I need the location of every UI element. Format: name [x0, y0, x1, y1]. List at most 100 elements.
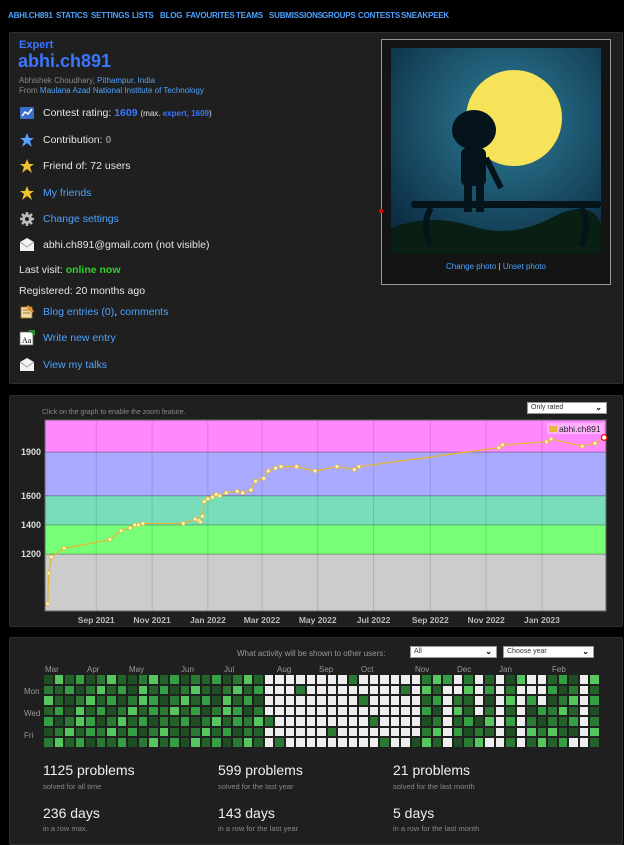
- legend-label: abhi.ch891: [559, 424, 601, 434]
- activity-day-cell: [443, 696, 452, 705]
- activity-day-cell: [569, 717, 578, 726]
- my-friends-row: My friends: [19, 185, 91, 201]
- activity-day-cell: [317, 675, 326, 684]
- activity-day-cell: [485, 675, 494, 684]
- activity-day-cell: [96, 706, 105, 715]
- rating-chart[interactable]: Sep 2021 Nov 2021 Jan 2022 Mar 2022 May 2022…: [9, 415, 621, 625]
- activity-day-cell: [191, 696, 200, 705]
- activity-day-cell: [443, 706, 452, 715]
- chevron-down-icon: ⌄: [582, 647, 589, 656]
- change-photo-link[interactable]: Change photo: [446, 262, 496, 271]
- activity-day-cell: [275, 685, 284, 694]
- activity-day-cell: [579, 685, 588, 694]
- stat-value: 599 problems: [218, 762, 303, 778]
- activity-day-cell: [558, 675, 567, 684]
- nav-lists[interactable]: LISTS: [132, 11, 154, 20]
- city-link[interactable]: Pithampur: [97, 76, 133, 85]
- activity-day-cell: [506, 675, 515, 684]
- activity-day-cell: [180, 685, 189, 694]
- nav-statics[interactable]: STATICS: [56, 11, 88, 20]
- activity-day-cell: [527, 727, 536, 736]
- activity-day-cell: [212, 727, 221, 736]
- activity-day-cell: [579, 727, 588, 736]
- activity-day-cell: [65, 685, 74, 694]
- unset-photo-link[interactable]: Unset photo: [503, 262, 546, 271]
- nav-contests[interactable]: CONTESTS: [358, 11, 400, 20]
- activity-day-cell: [380, 675, 389, 684]
- activity-day-cell: [170, 696, 179, 705]
- max-rating: 1609: [191, 109, 209, 118]
- activity-visibility-select[interactable]: All ⌄: [410, 646, 497, 658]
- blog-entries-link[interactable]: Blog entries (0): [43, 306, 114, 318]
- activity-day-cell: [296, 738, 305, 747]
- activity-day-cell: [54, 717, 63, 726]
- activity-day-cell: [464, 727, 473, 736]
- activity-day-cell: [159, 727, 168, 736]
- activity-day-cell: [380, 738, 389, 747]
- user-handle[interactable]: abhi.ch891: [18, 51, 111, 72]
- activity-day-cell: [306, 696, 315, 705]
- activity-day-cell: [411, 727, 420, 736]
- activity-day-cell: [516, 696, 525, 705]
- nav-groups[interactable]: GROUPS: [322, 11, 356, 20]
- contribution-value: 0: [105, 134, 112, 146]
- activity-day-cell: [264, 675, 273, 684]
- month-label: Apr: [87, 665, 100, 674]
- rating-point: [205, 496, 211, 502]
- rating-point: [234, 489, 240, 494]
- activity-day-cell: [44, 706, 53, 715]
- activity-day-cell: [348, 738, 357, 747]
- nav-sneakpeek[interactable]: SNEAKPEEK: [401, 11, 449, 20]
- my-friends-link[interactable]: My friends: [43, 187, 91, 199]
- activity-day-cell: [201, 727, 210, 736]
- activity-day-cell: [474, 738, 483, 747]
- activity-day-cell: [285, 706, 294, 715]
- rating-value: 1609: [114, 107, 138, 119]
- write-entry-link[interactable]: Write new entry: [43, 332, 116, 344]
- activity-day-cell: [128, 706, 137, 715]
- activity-day-cell: [222, 717, 231, 726]
- rating-point: [213, 492, 219, 497]
- activity-day-cell: [317, 696, 326, 705]
- month-label: Aug: [277, 665, 292, 674]
- activity-day-cell: [443, 738, 452, 747]
- activity-day-cell: [537, 706, 546, 715]
- activity-day-cell: [537, 738, 546, 747]
- nav-blog[interactable]: BLOG: [160, 11, 183, 20]
- activity-day-cell: [380, 706, 389, 715]
- activity-day-cell: [506, 696, 515, 705]
- activity-day-cell: [149, 706, 158, 715]
- photo-links: Change photo | Unset photo: [382, 262, 610, 271]
- activity-day-cell: [75, 717, 84, 726]
- activity-day-cell: [390, 685, 399, 694]
- activity-day-cell: [506, 685, 515, 694]
- activity-day-cell: [86, 685, 95, 694]
- rated-filter-select[interactable]: Only rated ⌄: [527, 402, 607, 414]
- activity-day-cell: [201, 738, 210, 747]
- nav-profile[interactable]: ABHI.CH891: [8, 11, 53, 20]
- activity-day-cell: [96, 685, 105, 694]
- rating-point: [210, 494, 215, 500]
- country-link[interactable]: India: [138, 76, 155, 85]
- nav-teams[interactable]: TEAMS: [236, 11, 263, 20]
- activity-day-cell: [453, 685, 462, 694]
- activity-day-cell: [54, 727, 63, 736]
- view-talks-link[interactable]: View my talks: [43, 359, 107, 371]
- activity-day-cell: [390, 696, 399, 705]
- activity-day-cell: [138, 675, 147, 684]
- nav-submissions[interactable]: SUBMISSIONS: [269, 11, 323, 20]
- activity-day-cell: [180, 727, 189, 736]
- user-name: Abhishek Choudhary: [19, 76, 93, 85]
- activity-day-cell: [516, 675, 525, 684]
- change-settings-link[interactable]: Change settings: [43, 213, 119, 225]
- nav-settings[interactable]: SETTINGS: [91, 11, 130, 20]
- activity-day-cell: [233, 696, 242, 705]
- nav-favourites[interactable]: FAVOURITES: [186, 11, 235, 20]
- org-link[interactable]: Maulana Azad National Institute of Techn…: [40, 86, 204, 95]
- online-status: online now: [65, 264, 121, 276]
- friend-of-text: Friend of: 72 users: [43, 160, 131, 172]
- activity-day-cell: [338, 706, 347, 715]
- activity-day-cell: [306, 706, 315, 715]
- comments-link[interactable]: comments: [120, 306, 168, 318]
- year-select[interactable]: Choose year ⌄: [503, 646, 594, 658]
